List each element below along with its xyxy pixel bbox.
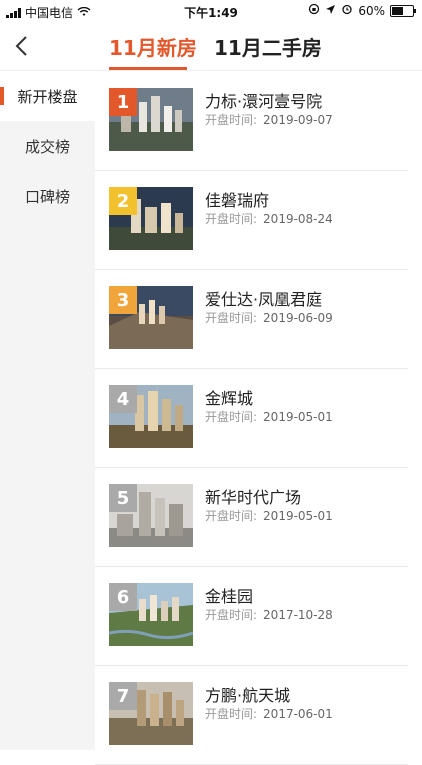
rank-badge: 3 bbox=[109, 286, 137, 314]
battery-percent: 60% bbox=[358, 3, 385, 18]
sidebar-item-deals[interactable]: 成交榜 bbox=[0, 121, 95, 171]
active-indicator bbox=[0, 87, 4, 105]
property-name: 佳磐瑞府 bbox=[205, 191, 270, 210]
open-date: 开盘时间: 2019-05-01 bbox=[205, 507, 333, 524]
open-date-label: 开盘时间: bbox=[205, 113, 258, 127]
active-tab-indicator bbox=[109, 67, 187, 70]
rank-badge: 4 bbox=[109, 385, 137, 413]
sidebar-item-reputation[interactable]: 口碑榜 bbox=[0, 171, 95, 221]
rank-badge: 1 bbox=[109, 88, 137, 116]
status-bar: 中国电信 下午1:49 60% bbox=[0, 0, 422, 22]
status-right: 60% bbox=[308, 3, 416, 18]
open-date-value: 2019-08-24 bbox=[263, 212, 333, 226]
property-name: 爱仕达·凤凰君庭 bbox=[205, 290, 323, 309]
battery-icon bbox=[390, 4, 416, 17]
location-icon bbox=[325, 4, 336, 18]
list-item[interactable]: 1 力标·澴河壹号院 开盘时间: 2019-09-07 bbox=[95, 71, 408, 171]
open-date: 开盘时间: 2019-08-24 bbox=[205, 210, 333, 227]
sidebar-item-label: 成交榜 bbox=[24, 137, 70, 156]
open-date-value: 2017-06-01 bbox=[263, 707, 333, 721]
open-date-label: 开盘时间: bbox=[205, 212, 258, 226]
tab-new-homes[interactable]: 11月新房 bbox=[109, 32, 197, 61]
sidebar: 新开楼盘 成交榜 口碑榜 bbox=[0, 71, 95, 750]
list-item[interactable]: 5 新华时代广场 开盘时间: 2019-05-01 bbox=[95, 467, 408, 567]
chevron-left-icon bbox=[15, 36, 27, 56]
sidebar-item-label: 口碑榜 bbox=[24, 187, 70, 206]
list-item[interactable]: 4 金辉城 开盘时间: 2019-05-01 bbox=[95, 368, 408, 468]
open-date-label: 开盘时间: bbox=[205, 311, 258, 325]
list-item[interactable]: 2 佳磐瑞府 开盘时间: 2019-08-24 bbox=[95, 170, 408, 270]
property-thumbnail: 3 bbox=[109, 286, 193, 349]
open-date-value: 2019-06-09 bbox=[263, 311, 333, 325]
property-name: 金桂园 bbox=[205, 587, 254, 606]
open-date-value: 2019-05-01 bbox=[263, 410, 333, 424]
open-date-value: 2019-05-01 bbox=[263, 509, 333, 523]
open-date-label: 开盘时间: bbox=[205, 707, 258, 721]
property-thumbnail: 2 bbox=[109, 187, 193, 250]
rank-badge: 2 bbox=[109, 187, 137, 215]
property-thumbnail: 5 bbox=[109, 484, 193, 547]
back-button[interactable] bbox=[12, 34, 32, 58]
open-date: 开盘时间: 2019-06-09 bbox=[205, 309, 333, 326]
sidebar-item-label: 新开楼盘 bbox=[17, 87, 78, 106]
sidebar-item-new-listings[interactable]: 新开楼盘 bbox=[0, 71, 95, 121]
list-item[interactable]: 7 方鹏·航天城 开盘时间: 2017-06-01 bbox=[95, 665, 408, 765]
property-name: 金辉城 bbox=[205, 389, 254, 408]
property-name: 力标·澴河壹号院 bbox=[205, 92, 323, 111]
alarm-icon bbox=[341, 3, 353, 18]
open-date: 开盘时间: 2019-09-07 bbox=[205, 111, 333, 128]
property-thumbnail: 1 bbox=[109, 88, 193, 151]
lock-rotation-icon bbox=[308, 3, 320, 18]
property-name: 新华时代广场 bbox=[205, 488, 302, 507]
property-name: 方鹏·航天城 bbox=[205, 686, 291, 705]
open-date: 开盘时间: 2019-05-01 bbox=[205, 408, 333, 425]
open-date-value: 2019-09-07 bbox=[263, 113, 333, 127]
property-thumbnail: 4 bbox=[109, 385, 193, 448]
open-date: 开盘时间: 2017-10-28 bbox=[205, 606, 333, 623]
rank-badge: 6 bbox=[109, 583, 137, 611]
list-item[interactable]: 6 金桂园 开盘时间: 2017-10-28 bbox=[95, 566, 408, 666]
property-thumbnail: 6 bbox=[109, 583, 193, 646]
rank-badge: 7 bbox=[109, 682, 137, 710]
tab-resale-homes[interactable]: 11月二手房 bbox=[214, 32, 322, 61]
open-date-value: 2017-10-28 bbox=[263, 608, 333, 622]
open-date-label: 开盘时间: bbox=[205, 509, 258, 523]
open-date-label: 开盘时间: bbox=[205, 410, 258, 424]
list-item[interactable]: 3 爱仕达·凤凰君庭 开盘时间: 2019-06-09 bbox=[95, 269, 408, 369]
property-thumbnail: 7 bbox=[109, 682, 193, 745]
header: 11月新房 11月二手房 bbox=[0, 22, 422, 71]
open-date: 开盘时间: 2017-06-01 bbox=[205, 705, 333, 722]
open-date-label: 开盘时间: bbox=[205, 608, 258, 622]
rank-badge: 5 bbox=[109, 484, 137, 512]
